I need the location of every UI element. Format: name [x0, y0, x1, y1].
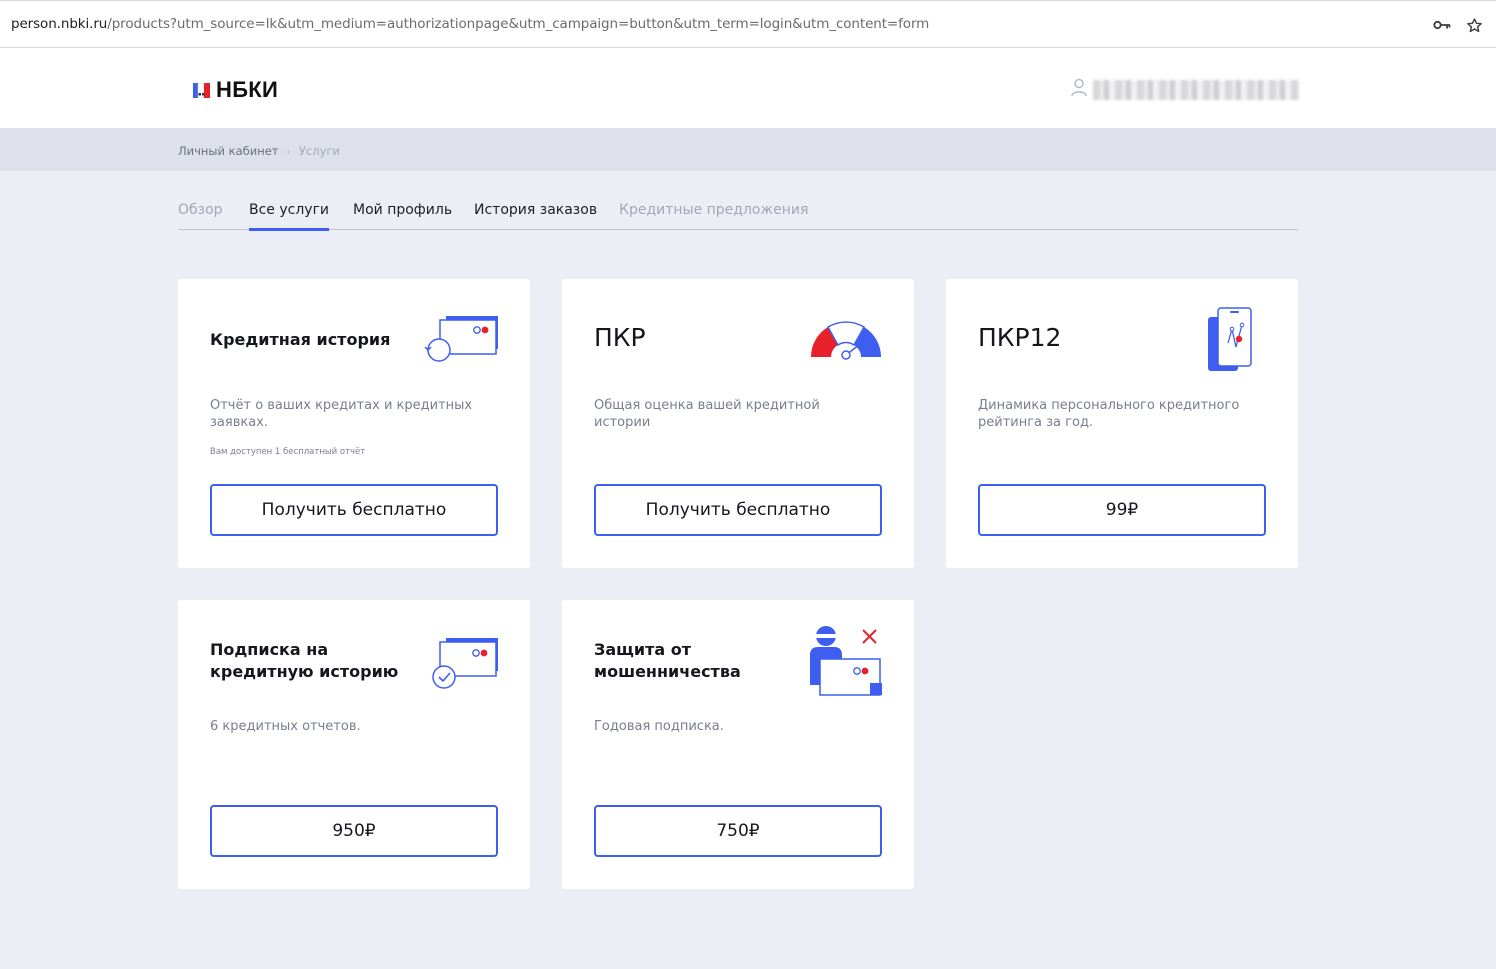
- tab-bar: Обзор Все услуги Мой профиль История зак…: [178, 200, 1298, 231]
- card-description: 6 кредитных отчетов.: [210, 719, 361, 734]
- user-icon: [1071, 78, 1087, 101]
- credit-card-check-icon: [430, 637, 500, 695]
- card-description: Динамика персонального кредитного рейтин…: [978, 398, 1240, 430]
- card-credit-history: Кредитная история Отчёт о ваших кредитах…: [178, 279, 530, 568]
- tab-order-history[interactable]: История заказов: [474, 202, 597, 230]
- card-pkr: ПКР Общая оценка вашей кредитной истории…: [562, 279, 914, 568]
- card-title: Защита от мошенничества: [594, 640, 741, 681]
- card-description: Годовая подписка.: [594, 719, 724, 734]
- tab-all-services[interactable]: Все услуги: [249, 202, 330, 231]
- phone-chart-icon: [1206, 307, 1254, 377]
- key-icon[interactable]: [1432, 15, 1452, 35]
- user-name-redacted: [1093, 79, 1299, 100]
- card-title: ПКР12: [978, 323, 1062, 352]
- card-title: Подписка на кредитную историю: [210, 640, 399, 681]
- get-free-pkr-button[interactable]: Получить бесплатно: [594, 484, 882, 536]
- card-description: Отчёт о ваших кредитах и кредитных заявк…: [210, 398, 473, 430]
- card-note: Вам доступен 1 бесплатный отчёт: [210, 447, 366, 457]
- get-free-credit-history-button[interactable]: Получить бесплатно: [210, 484, 498, 536]
- card-title: ПКР: [594, 323, 646, 352]
- card-fraud-protection: Защита от мошенничества Годовая подписка…: [562, 600, 914, 889]
- breadcrumb-item-cabinet[interactable]: Личный кабинет: [178, 144, 279, 158]
- url-text[interactable]: person.nbki.ru/products?utm_source=lk&ut…: [11, 16, 929, 32]
- buy-pkr12-button[interactable]: 99₽: [978, 484, 1266, 536]
- site-header: НБКИ: [0, 48, 1496, 128]
- fraud-protection-icon: [808, 625, 884, 701]
- tab-credit-offers[interactable]: Кредитные предложения: [619, 202, 808, 230]
- logo-text: НБКИ: [216, 77, 279, 102]
- url-domain: person.nbki.ru: [11, 16, 108, 32]
- url-path: /products?utm_source=lk&utm_medium=autho…: [107, 16, 930, 32]
- breadcrumb-item-services: Услуги: [298, 144, 340, 158]
- nbki-logo[interactable]: НБКИ: [193, 77, 278, 103]
- browser-address-bar[interactable]: person.nbki.ru/products?utm_source=lk&ut…: [0, 0, 1496, 48]
- breadcrumb: Личный кабинет › Услуги: [0, 128, 1496, 171]
- card-credit-subscription: Подписка на кредитную историю 6 кредитны…: [178, 600, 530, 889]
- buy-subscription-button[interactable]: 950₽: [210, 805, 498, 857]
- tab-my-profile[interactable]: Мой профиль: [353, 202, 452, 230]
- buy-fraud-protection-button[interactable]: 750₽: [594, 805, 882, 857]
- credit-card-refresh-icon: [424, 315, 500, 369]
- breadcrumb-separator-icon: ›: [286, 144, 291, 158]
- card-description: Общая оценка вашей кредитной истории: [594, 398, 820, 430]
- tab-overview[interactable]: Обзор: [178, 202, 223, 230]
- user-menu[interactable]: [1071, 78, 1299, 101]
- speedometer-icon: [808, 319, 884, 365]
- card-title: Кредитная история: [210, 330, 391, 349]
- star-icon[interactable]: [1464, 15, 1484, 35]
- card-pkr12: ПКР12 Динамика персонального кредитного …: [946, 279, 1298, 568]
- logo-mark-icon: [193, 82, 210, 98]
